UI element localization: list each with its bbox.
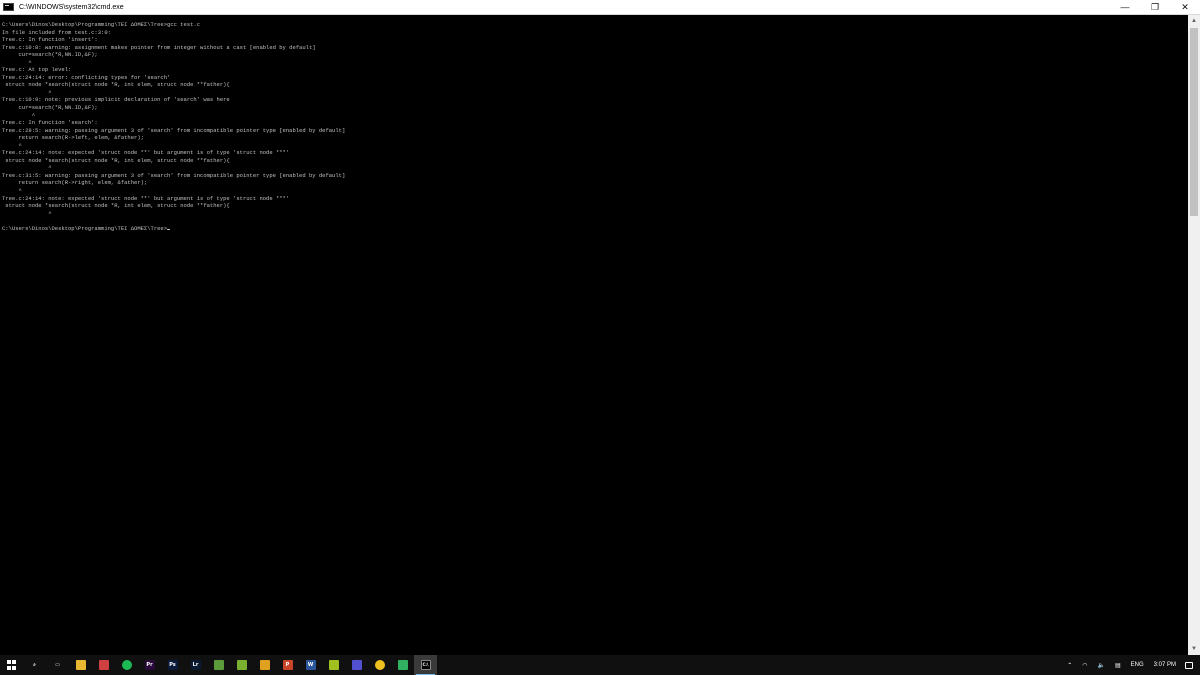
cmd-window-icon [3,3,14,11]
console-line: Tree.c:24:14: note: expected 'struct nod… [2,149,290,157]
app-icon [259,660,270,670]
console-line: C:\Users\Dinos\Desktop\Programming\TEI Δ… [2,21,201,28]
close-button[interactable]: ✕ [1170,0,1200,15]
console-line: C:\Users\Dinos\Desktop\Programming\TEI Δ… [2,225,1188,233]
file-explorer-icon [75,660,86,670]
console-line: Tree.c:10:8: warning: assignment makes p… [2,43,316,51]
window-title-bar[interactable]: C:\WINDOWS\system32\cmd.exe — ❐ ✕ [0,0,1200,15]
console-line: ^ [2,209,52,217]
console-line: Tree.c:31:5: warning: passing argument 3… [2,171,346,179]
system-tray: ⌃ ◠ 🔈 ▤ ENG 3:07 PM [1062,655,1200,675]
scroll-up-arrow-icon[interactable]: ▲ [1188,15,1200,27]
console-line: ^ [2,88,52,96]
taskbar-button[interactable] [115,655,138,675]
search-icon: ⌕ [29,660,40,670]
lightroom-icon: Lr [190,660,201,670]
photoshop-icon: Ps [167,660,178,670]
text-cursor [167,228,171,230]
taskbar-button[interactable]: W [299,655,322,675]
console-line: struct node *search(struct node *R, int … [2,81,230,89]
app-icon [98,660,109,670]
console-line: Tree.c:29:5: warning: passing argument 3… [2,126,346,134]
console-line: Tree.c:24:14: note: expected 'struct nod… [2,194,290,202]
taskbar-button[interactable] [253,655,276,675]
vertical-scrollbar[interactable]: ▲ ▼ [1188,15,1200,655]
premiere-icon: Pr [144,660,155,670]
taskbar-button[interactable]: ⌕ [23,655,46,675]
taskbar-button[interactable] [92,655,115,675]
powerpoint-icon: P [282,660,293,670]
cmd-icon: C:\ [420,660,431,670]
console-line: Tree.c:10:9: note: previous implicit dec… [2,96,230,104]
taskbar: ⌕ ▭ Pr Ps Lr P W C:\ [0,655,1200,675]
taskbar-button[interactable] [322,655,345,675]
console-line: cur=search(*R,NN.ID,&F); [2,51,98,59]
console-line: ^ [2,164,52,172]
app-icon [328,660,339,670]
chrome-icon [374,660,385,670]
windows-logo-icon [6,660,17,670]
console-line: return search(R->left, elem, &father); [2,134,144,142]
console-line: Tree.c:24:14: error: conflicting types f… [2,73,171,81]
console-line: Tree.c: In function 'search': [2,119,98,127]
taskbar-button[interactable] [207,655,230,675]
taskbar-button[interactable]: C:\ [414,655,437,675]
console-line: struct node *search(struct node *R, int … [2,202,230,210]
app-icon [351,660,362,670]
console-line: Tree.c: At top level: [2,66,72,74]
app-icon [213,660,224,670]
spotify-icon [121,660,132,670]
app-icon [236,660,247,670]
restore-button[interactable]: ❐ [1140,0,1170,15]
taskbar-button[interactable] [368,655,391,675]
console-line: return search(R->right, elem, &father); [2,179,148,187]
console-line: cur=search(*R,NN.ID,&F); [2,104,98,112]
console-line: Tree.c: In function 'insert': [2,36,98,44]
taskbar-button[interactable]: Lr [184,655,207,675]
scrollbar-thumb[interactable] [1190,28,1198,216]
console-line: ^ [2,141,22,149]
console-line: struct node *search(struct node *R, int … [2,156,230,164]
volume-icon[interactable]: 🔈 [1097,662,1104,669]
taskbar-button[interactable]: Pr [138,655,161,675]
taskbar-button[interactable]: P [276,655,299,675]
window-title: C:\WINDOWS\system32\cmd.exe [19,3,124,11]
console-line: ^ [2,187,22,195]
taskbar-button[interactable] [391,655,414,675]
action-center-icon[interactable]: ▤ [1115,662,1121,669]
word-icon: W [305,660,316,670]
start-button[interactable] [0,655,23,675]
window-controls: — ❐ ✕ [1110,0,1200,15]
app-icon [397,660,408,670]
console-line: ^ [2,58,32,66]
task-view-icon: ▭ [52,660,63,670]
language-indicator[interactable]: ENG [1131,662,1144,668]
taskbar-button[interactable] [345,655,368,675]
console-line: In file included from test.c:3:0: [2,28,111,36]
taskbar-button[interactable] [69,655,92,675]
chevron-up-icon[interactable]: ⌃ [1067,662,1072,669]
notification-icon[interactable] [1185,661,1193,669]
console-output[interactable]: C:\Users\Dinos\Desktop\Programming\TEI Δ… [0,15,1188,655]
taskbar-button[interactable] [230,655,253,675]
network-icon[interactable]: ◠ [1082,662,1087,669]
taskbar-button[interactable]: ▭ [46,655,69,675]
clock[interactable]: 3:07 PM [1154,662,1176,668]
minimize-button[interactable]: — [1110,0,1140,15]
taskbar-button[interactable]: Ps [161,655,184,675]
scroll-down-arrow-icon[interactable]: ▼ [1188,643,1200,655]
console-line: ^ [2,111,36,119]
